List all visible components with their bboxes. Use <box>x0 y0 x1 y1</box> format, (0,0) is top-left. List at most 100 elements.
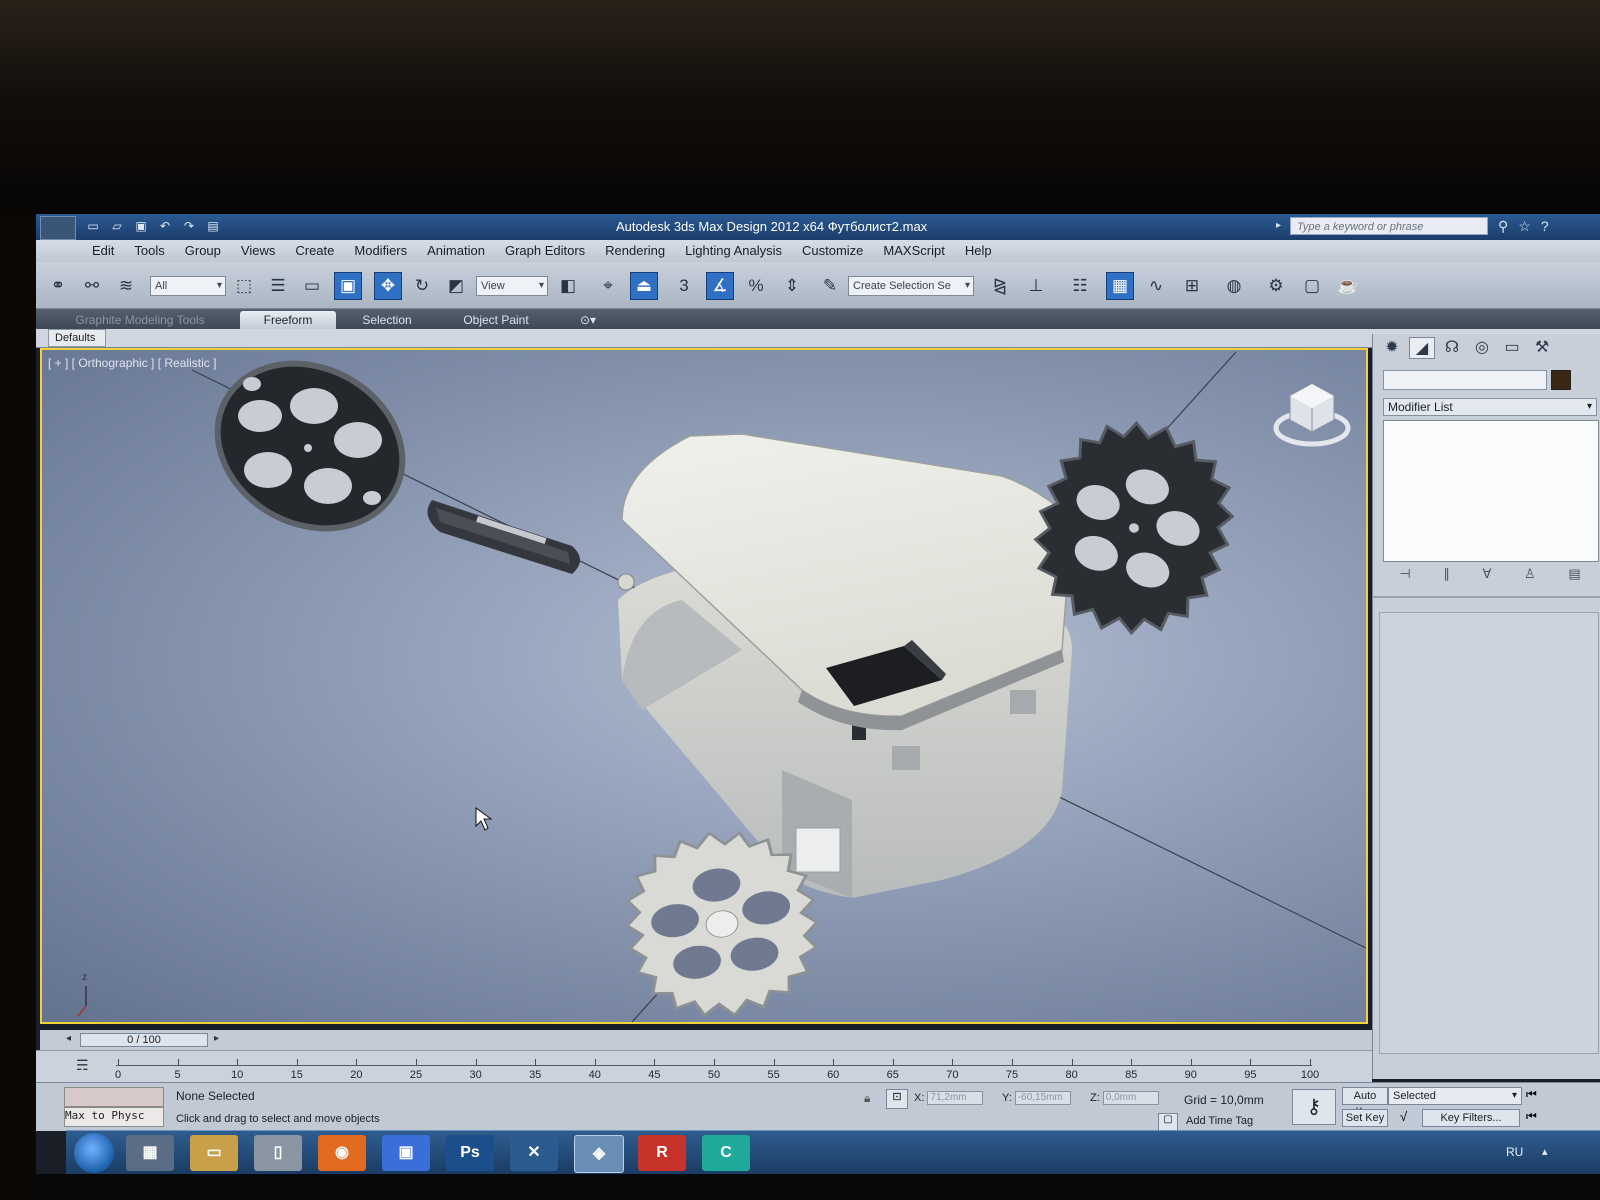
menu-customize[interactable]: Customize <box>802 243 863 258</box>
3dsmax-icon[interactable]: ◈ <box>574 1135 624 1173</box>
object-color-swatch[interactable] <box>1551 370 1571 390</box>
modifier-stack[interactable] <box>1383 420 1599 562</box>
bracket-object[interactable] <box>427 500 581 574</box>
configure-sets-icon[interactable]: ▤ <box>1568 566 1580 588</box>
lock-icon[interactable]: 🔒︎ <box>864 1091 870 1106</box>
render-production-icon[interactable]: ☕ <box>1334 272 1362 300</box>
wheel-disc-object[interactable] <box>189 350 432 560</box>
curve-editor-icon[interactable]: ∿ <box>1142 272 1170 300</box>
firefox-icon[interactable]: ◉ <box>318 1135 366 1171</box>
menu-group[interactable]: Group <box>185 243 221 258</box>
menu-maxscript[interactable]: MAXScript <box>883 243 944 258</box>
next-frame-icon[interactable]: ▸ <box>214 1033 219 1044</box>
app-menu-button[interactable] <box>40 216 76 240</box>
mirror-icon[interactable]: ⧎ <box>986 272 1014 300</box>
select-and-scale-icon[interactable]: ◩ <box>442 272 470 300</box>
viewport-label[interactable]: [ + ] [ Orthographic ] [ Realistic ] <box>48 356 216 370</box>
previous-key-icon[interactable]: ⏮ <box>1526 1109 1537 1124</box>
menu-modifiers[interactable]: Modifiers <box>354 243 407 258</box>
pivot-center-icon[interactable]: ◧ <box>554 272 582 300</box>
save-icon[interactable]: ▣ <box>132 218 150 234</box>
menu-rendering[interactable]: Rendering <box>605 243 665 258</box>
graphite-toggle-icon[interactable]: ▦ <box>1106 272 1134 300</box>
ribbon-options-icon[interactable]: ⊙▾ <box>576 311 600 329</box>
motion-tab-icon[interactable]: ◎ <box>1469 337 1495 359</box>
maxscript-mini-listener[interactable]: Max to Physc <box>64 1107 164 1127</box>
defaults-panel[interactable]: Defaults <box>48 329 106 347</box>
edit-named-selection-icon[interactable]: ✎ <box>816 272 844 300</box>
window-crossing-icon[interactable]: ▣ <box>334 272 362 300</box>
menu-animation[interactable]: Animation <box>427 243 485 258</box>
explorer-icon[interactable]: ▭ <box>190 1135 238 1171</box>
open-file-icon[interactable]: ▱ <box>108 218 126 234</box>
tab-graphite-modeling-tools[interactable]: Graphite Modeling Tools <box>66 311 214 329</box>
select-and-rotate-icon[interactable]: ↻ <box>408 272 436 300</box>
spinner-snap-icon[interactable]: ⇕ <box>778 272 806 300</box>
snaps-toggle-icon[interactable]: 3 <box>670 272 698 300</box>
tab-selection[interactable]: Selection <box>342 311 432 329</box>
menu-graph-editors[interactable]: Graph Editors <box>505 243 585 258</box>
render-setup-icon[interactable]: ⚙ <box>1262 272 1290 300</box>
menu-create[interactable]: Create <box>295 243 334 258</box>
save-disk-icon[interactable]: ▣ <box>382 1135 430 1171</box>
named-selection-set-dropdown[interactable]: Create Selection Se <box>848 276 974 296</box>
menu-lighting-analysis[interactable]: Lighting Analysis <box>685 243 782 258</box>
set-key-button[interactable]: Set Key <box>1342 1109 1388 1127</box>
create-tab-icon[interactable]: ✹ <box>1379 337 1405 359</box>
calculator-icon[interactable]: ▦ <box>126 1135 174 1171</box>
select-and-move-icon[interactable]: ✥ <box>374 272 402 300</box>
maxscript-listener-output[interactable] <box>64 1087 164 1107</box>
y-coordinate-field[interactable]: -60,15mm <box>1014 1091 1071 1105</box>
unlink-icon[interactable]: ⚯ <box>78 272 106 300</box>
schematic-view-icon[interactable]: ⊞ <box>1178 272 1206 300</box>
notes-icon[interactable]: ▯ <box>254 1135 302 1171</box>
start-button[interactable] <box>74 1133 114 1173</box>
modify-tab-icon[interactable]: ◢ <box>1409 337 1435 359</box>
time-tag-icon[interactable]: ▢ <box>1158 1113 1178 1131</box>
set-key-icon[interactable]: ⚷ <box>1292 1089 1336 1125</box>
photoshop-icon[interactable]: Ps <box>446 1135 494 1171</box>
viewcube-icon[interactable] <box>1272 378 1352 450</box>
prev-frame-icon[interactable]: ◂ <box>66 1033 71 1044</box>
help-icon[interactable]: ? <box>1541 218 1549 235</box>
hierarchy-tab-icon[interactable]: ☊ <box>1439 337 1465 359</box>
object-name-field[interactable] <box>1383 370 1547 390</box>
go-to-start-icon[interactable]: ⏮ <box>1526 1087 1537 1102</box>
new-file-icon[interactable]: ▭ <box>84 218 102 234</box>
selection-region-icon[interactable]: ▭ <box>298 272 326 300</box>
star-icon[interactable]: ☆ <box>1518 218 1531 235</box>
undo-icon[interactable]: ↶ <box>156 218 174 234</box>
tray-expand-icon[interactable]: ▴ <box>1542 1145 1548 1158</box>
modifier-list-dropdown[interactable]: Modifier List <box>1383 398 1597 416</box>
link-icon[interactable]: ⚭ <box>44 272 72 300</box>
perspective-viewport[interactable]: [ + ] [ Orthographic ] [ Realistic ] z <box>40 348 1368 1024</box>
visual-studio-icon[interactable]: ✕ <box>510 1135 558 1171</box>
key-filters-button[interactable]: Key Filters... <box>1422 1109 1520 1127</box>
make-unique-icon[interactable]: ∀ <box>1482 566 1491 588</box>
align-icon[interactable]: ⊥ <box>1022 272 1050 300</box>
redo-icon[interactable]: ↷ <box>180 218 198 234</box>
tab-object-paint[interactable]: Object Paint <box>446 311 546 329</box>
rendered-frame-window-icon[interactable]: ▢ <box>1298 272 1326 300</box>
z-coordinate-field[interactable]: 0,0mm <box>1102 1091 1159 1105</box>
percent-snap-icon[interactable]: % <box>742 272 770 300</box>
menu-tools[interactable]: Tools <box>134 243 164 258</box>
menu-views[interactable]: Views <box>241 243 275 258</box>
layer-manager-icon[interactable]: ☷ <box>1066 272 1094 300</box>
select-manipulate-icon[interactable]: ⌖ <box>594 272 622 300</box>
project-folder-icon[interactable]: ▤ <box>204 218 222 234</box>
key-mode-dropdown[interactable]: Selected <box>1388 1087 1522 1105</box>
ccleaner-icon[interactable]: C <box>702 1135 750 1171</box>
track-bar[interactable]: ☴ 0 5 10 15 20 25 30 35 40 45 50 55 60 65 70 75 80 85 90 95… <box>36 1050 1372 1083</box>
tangent-icon[interactable]: √ <box>1400 1109 1407 1124</box>
add-time-tag[interactable]: Add Time Tag <box>1186 1115 1253 1127</box>
show-end-result-icon[interactable]: ∥ <box>1443 566 1450 588</box>
utilities-tab-icon[interactable]: ⚒ <box>1529 337 1555 359</box>
time-slider[interactable]: ◂ 0 / 100 ▸ <box>40 1030 1372 1050</box>
language-indicator[interactable]: RU <box>1506 1145 1523 1159</box>
time-slider-thumb[interactable]: 0 / 100 <box>80 1033 208 1047</box>
reference-coordinate-dropdown[interactable]: View <box>476 276 548 296</box>
auto-key-button[interactable]: Auto Key <box>1342 1087 1388 1118</box>
select-by-name-icon[interactable]: ☰ <box>264 272 292 300</box>
keyboard-shortcut-override-icon[interactable]: ⏏ <box>630 272 658 300</box>
